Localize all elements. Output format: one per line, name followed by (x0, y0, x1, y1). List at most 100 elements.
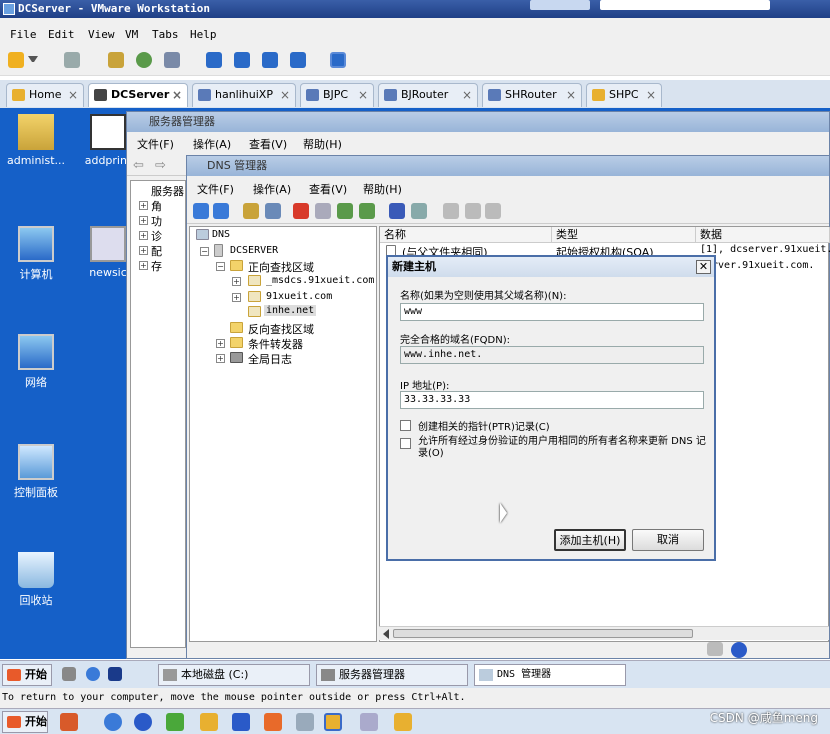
taskbar-server-manager[interactable]: 服务器管理器 (316, 664, 468, 686)
expand-icon[interactable]: + (216, 354, 225, 363)
dropdown-icon[interactable] (28, 56, 38, 62)
taskbar-dns-manager[interactable]: DNS 管理器 (474, 664, 626, 686)
column-header-type[interactable]: 类型 (552, 227, 696, 243)
ip-address-input[interactable]: 33.33.33.33 (400, 391, 704, 409)
back-icon[interactable]: ⇦ (133, 158, 144, 173)
ie-green-icon[interactable] (166, 713, 184, 731)
snapshot-manager-icon[interactable] (164, 52, 180, 68)
desktop-icon-recycle-bin[interactable]: 回收站 (0, 552, 76, 608)
pause-icon[interactable] (8, 52, 24, 68)
menu-help[interactable]: Help (190, 28, 217, 41)
tab-hanlihuixp[interactable]: hanlihuiXP × (192, 83, 296, 107)
help-icon[interactable] (731, 642, 747, 658)
forward-icon[interactable] (213, 203, 229, 219)
sm-tree-features[interactable]: 功 (151, 213, 162, 229)
dns-menu-view[interactable]: 查看(V) (309, 181, 347, 197)
expand-icon[interactable]: + (232, 277, 241, 286)
tree-dns-root[interactable]: DNS (212, 229, 230, 240)
sm-menu-file[interactable]: 文件(F) (137, 136, 174, 152)
sm-tree-roles[interactable]: 角 (151, 198, 162, 214)
properties-icon[interactable] (315, 203, 331, 219)
sm-menu-help[interactable]: 帮助(H) (303, 136, 342, 152)
forward-icon[interactable]: ⇨ (155, 158, 166, 173)
menu-edit[interactable]: Edit (48, 28, 75, 41)
menu-view[interactable]: View (88, 28, 115, 41)
sm-tree-config[interactable]: 配 (151, 243, 162, 259)
tree-zone-91xueit[interactable]: 91xueit.com (266, 291, 332, 302)
desktop-icon-administrator[interactable]: administ... (0, 114, 76, 167)
revert-icon[interactable] (136, 52, 152, 68)
paint-icon[interactable] (360, 713, 378, 731)
collapse-icon[interactable]: − (216, 262, 225, 271)
tree-conditional-forwarders[interactable]: 条件转发器 (248, 336, 303, 352)
tree-reverse-zones[interactable]: 反向查找区域 (248, 321, 314, 337)
menu-vm[interactable]: VM (125, 28, 138, 41)
tree-zone-msdcs[interactable]: _msdcs.91xueit.com (266, 275, 374, 286)
sm-tree-storage[interactable]: 存 (151, 258, 162, 274)
title-search-box[interactable] (530, 0, 590, 10)
view-stretch-icon[interactable] (290, 52, 306, 68)
snapshot-icon[interactable] (108, 52, 124, 68)
add-host-button[interactable]: 添加主机(H) (554, 529, 626, 551)
dns-menu-action[interactable]: 操作(A) (253, 181, 291, 197)
back-icon[interactable] (193, 203, 209, 219)
view-unity-icon[interactable] (262, 52, 278, 68)
expand-icon[interactable]: + (139, 201, 148, 210)
guest-start-button[interactable]: 开始 (2, 664, 52, 686)
host-name-input[interactable]: www (400, 303, 704, 321)
tab-bjrouter[interactable]: BJRouter × (378, 83, 478, 107)
ie-icon[interactable] (104, 713, 122, 731)
close-icon[interactable]: × (646, 84, 656, 106)
export-icon[interactable] (359, 203, 375, 219)
host-start-button[interactable]: 开始 (2, 711, 48, 733)
filter-icon[interactable] (485, 203, 501, 219)
horizontal-scrollbar[interactable] (379, 626, 829, 640)
view-normal-icon[interactable] (206, 52, 222, 68)
scroll-thumb[interactable] (393, 629, 693, 638)
expand-icon[interactable]: + (139, 231, 148, 240)
expand-icon[interactable]: + (139, 246, 148, 255)
server-icon[interactable] (443, 203, 459, 219)
menu-tabs[interactable]: Tabs (152, 28, 179, 41)
help-icon[interactable] (389, 203, 405, 219)
desktop-icon-computer[interactable]: 计算机 (0, 226, 76, 282)
desktop-icon-control-panel[interactable]: 控制面板 (0, 444, 76, 500)
column-header-name[interactable]: 名称 (380, 227, 552, 243)
vmware-icon[interactable] (324, 713, 342, 731)
tab-home[interactable]: Home × (6, 83, 84, 107)
expand-icon[interactable]: + (139, 261, 148, 270)
powerpoint-icon[interactable] (264, 713, 282, 731)
grid-app-icon[interactable] (232, 713, 250, 731)
allow-update-checkbox[interactable] (400, 438, 411, 449)
console-icon[interactable] (411, 203, 427, 219)
server-manager-quick-icon[interactable] (62, 667, 76, 681)
tab-shrouter[interactable]: SHRouter × (482, 83, 582, 107)
tab-dcserver[interactable]: DCServer × (88, 83, 188, 107)
title-address-box[interactable] (600, 0, 770, 10)
dns-menu-help[interactable]: 帮助(H) (363, 181, 402, 197)
desktop-icon-network[interactable]: 网络 (0, 334, 76, 390)
tree-zone-inhe[interactable]: inhe.net (264, 305, 317, 316)
printer-icon[interactable] (707, 642, 723, 656)
show-tree-icon[interactable] (265, 203, 281, 219)
refresh-icon[interactable] (337, 203, 353, 219)
powershell-quick-icon[interactable] (108, 667, 122, 681)
tree-forward-zones[interactable]: 正向查找区域 (248, 259, 314, 275)
view-console-icon[interactable] (330, 52, 346, 68)
app-icon[interactable] (60, 713, 78, 731)
up-folder-icon[interactable] (243, 203, 259, 219)
column-header-data[interactable]: 数据 (696, 227, 830, 243)
ie-quick-icon[interactable] (86, 667, 100, 681)
collapse-icon[interactable]: − (200, 247, 209, 256)
expand-icon[interactable]: + (232, 293, 241, 302)
close-icon[interactable]: ✕ (696, 260, 711, 274)
close-icon[interactable]: × (68, 84, 78, 106)
close-icon[interactable]: × (358, 84, 368, 106)
notepad-icon[interactable] (296, 713, 314, 731)
explorer-icon[interactable] (200, 713, 218, 731)
close-icon[interactable]: × (280, 84, 290, 106)
expand-icon[interactable]: + (139, 216, 148, 225)
expand-icon[interactable]: + (216, 339, 225, 348)
sm-menu-view[interactable]: 查看(V) (249, 136, 287, 152)
menu-file[interactable]: File (10, 28, 37, 41)
